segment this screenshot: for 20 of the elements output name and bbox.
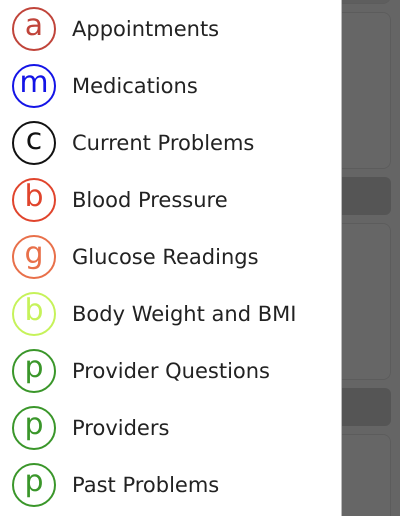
menu-item[interactable]: g Glucose Readings: [0, 228, 341, 285]
menu-item[interactable]: p Providers: [0, 399, 341, 456]
letter-badge: c: [12, 120, 56, 164]
menu-item[interactable]: m Medications: [0, 57, 341, 114]
letter-badge: g: [12, 234, 56, 278]
header-bar: [342, 388, 391, 426]
menu-item[interactable]: a Appointments: [0, 0, 341, 57]
letter-badge: p: [12, 406, 56, 450]
letter-badge: b: [12, 292, 56, 336]
letter-badge: m: [12, 64, 56, 108]
letter-badge: b: [12, 178, 56, 222]
menu-item[interactable]: c Current Problems: [0, 114, 341, 171]
letter-badge: p: [12, 462, 56, 506]
letter-badge: p: [12, 348, 56, 392]
header-bar: [342, 177, 391, 215]
menu-item[interactable]: b Body Weight and BMI: [0, 285, 341, 342]
menu-item[interactable]: p Provider Questions: [0, 342, 341, 399]
letter-badge: a: [12, 6, 56, 50]
menu-item[interactable]: b Blood Pressure: [0, 171, 341, 228]
menu-item[interactable]: p Past Problems: [0, 456, 341, 513]
